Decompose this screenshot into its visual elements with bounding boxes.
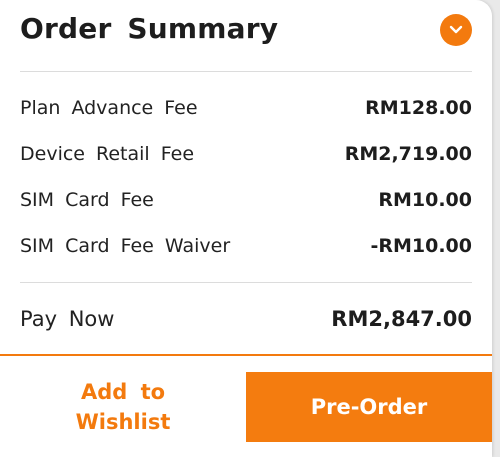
footer-accent-line [0,354,492,356]
add-to-wishlist-label: Add to Wishlist [75,380,171,434]
header-divider [20,71,472,72]
fee-row-plan-advance: Plan Advance Fee RM128.00 [20,94,472,122]
pre-order-label: Pre-Order [310,395,428,419]
fee-row-sim-card-waiver: SIM Card Fee Waiver -RM10.00 [20,232,472,260]
order-summary-header: Order Summary [20,10,474,52]
order-summary-title: Order Summary [20,12,279,45]
fee-label: SIM Card Fee [20,189,154,211]
fee-row-device-retail: Device Retail Fee RM2,719.00 [20,140,472,168]
fee-label: Device Retail Fee [20,143,195,165]
pre-order-button[interactable]: Pre-Order [246,372,492,442]
fee-row-sim-card: SIM Card Fee RM10.00 [20,186,472,214]
pay-now-amount: RM2,847.00 [331,307,472,331]
fee-label: SIM Card Fee Waiver [20,235,231,257]
fee-amount: RM128.00 [365,97,472,119]
pay-now-label: Pay Now [20,307,115,331]
chevron-down-icon [449,25,463,34]
total-divider [20,282,472,283]
fee-amount: RM2,719.00 [344,143,472,165]
pay-now-row: Pay Now RM2,847.00 [20,305,472,333]
collapse-toggle-button[interactable] [440,14,472,46]
fee-amount: RM10.00 [378,189,472,211]
fee-label: Plan Advance Fee [20,97,198,119]
fee-amount: -RM10.00 [370,235,472,257]
order-summary-card: Order Summary Plan Advance Fee RM128.00 … [0,0,492,457]
add-to-wishlist-button[interactable]: Add to Wishlist [0,372,246,442]
